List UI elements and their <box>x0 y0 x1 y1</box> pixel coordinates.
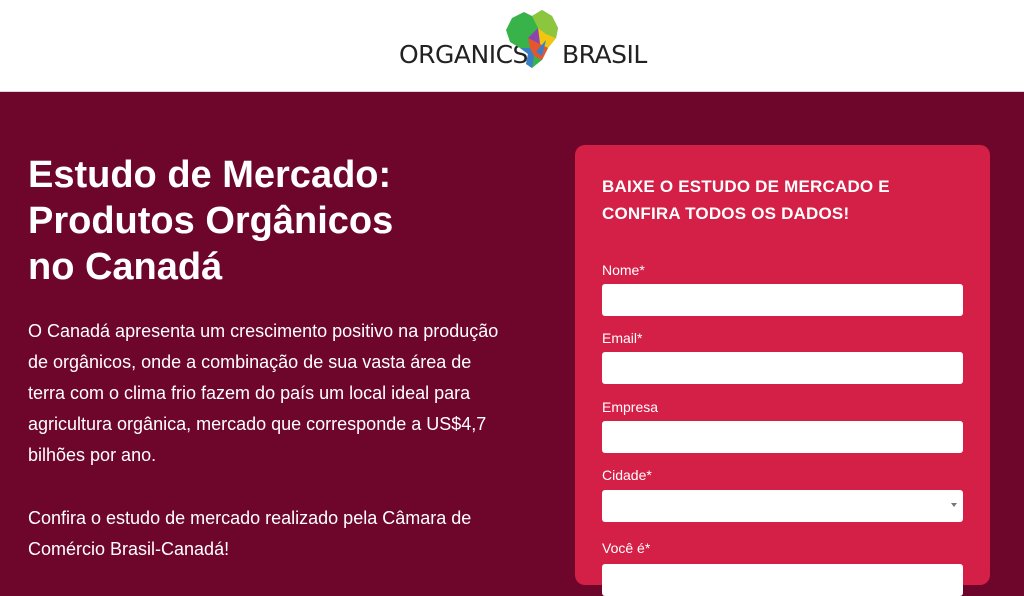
page-title: Estudo de Mercado: Produtos Orgânicos no… <box>28 152 498 290</box>
city-label: Cidade* <box>602 467 652 483</box>
headline-line: Produtos Orgânicos <box>28 200 394 242</box>
brazil-map-icon <box>506 10 558 68</box>
company-label: Empresa <box>602 399 659 415</box>
download-form: BAIXE O ESTUDO DE MERCADO E CONFIRA TODO… <box>575 145 990 596</box>
logo-word-brasil: BRASIL <box>562 40 647 69</box>
name-field[interactable] <box>602 284 963 316</box>
role-field[interactable] <box>602 564 963 596</box>
email-label: Email* <box>602 330 643 346</box>
organics-brasil-logo[interactable]: ORGANICS BRASIL <box>399 8 649 74</box>
city-select[interactable] <box>602 490 963 522</box>
intro-paragraph: O Canadá apresenta um crescimento positi… <box>28 321 499 465</box>
name-label: Nome* <box>602 262 645 278</box>
headline-line: Estudo de Mercado: <box>28 154 392 196</box>
email-field[interactable] <box>602 352 963 384</box>
cta-paragraph: Confira o estudo de mercado realizado pe… <box>28 508 472 559</box>
role-label: Você é* <box>602 540 651 556</box>
company-field[interactable] <box>602 421 963 453</box>
form-title: BAIXE O ESTUDO DE MERCADO E CONFIRA TODO… <box>602 177 890 223</box>
site-header: ORGANICS BRASIL <box>0 0 1024 92</box>
chevron-down-icon <box>951 503 957 507</box>
headline-line: no Canadá <box>28 246 223 288</box>
